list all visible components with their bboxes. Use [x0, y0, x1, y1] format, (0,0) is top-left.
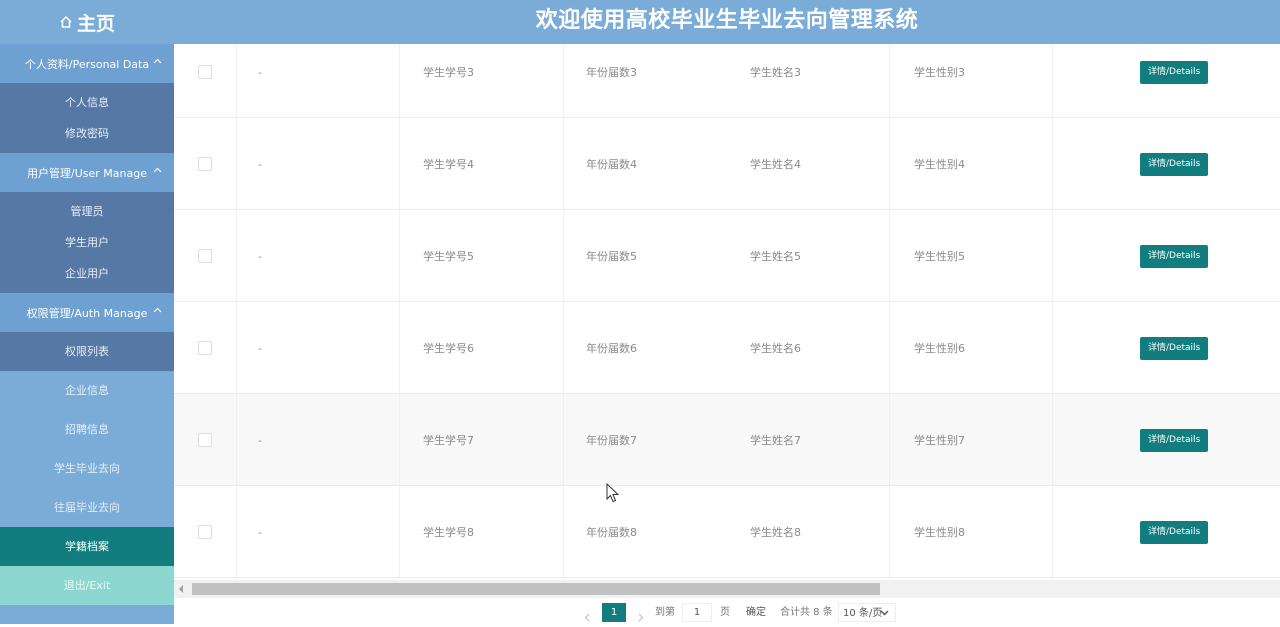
cell-name: 学生姓名5: [750, 250, 801, 263]
mouse-cursor-icon: [606, 483, 620, 503]
table-row: - 学生学号4 年份届数4 学生姓名4 学生性别4 详情/Details: [174, 118, 1280, 210]
scroll-left-icon[interactable]: [178, 585, 184, 593]
chevron-up-icon: [153, 167, 162, 173]
details-button[interactable]: 详情/Details: [1140, 244, 1209, 268]
table-row: - 学生学号7 年份届数7 学生姓名7 学生性别7 详情/Details: [174, 394, 1280, 486]
cell-name: 学生姓名8: [750, 526, 801, 539]
sidebar-group-label: 个人资料/Personal Data: [24, 57, 150, 71]
cell-name: 学生姓名3: [750, 66, 801, 79]
cell-student-no: 学生学号5: [423, 250, 474, 263]
chevron-up-icon: [153, 307, 162, 313]
sidebar-item-graduate-destination[interactable]: 学生毕业去向: [0, 449, 174, 488]
pagination: 1 到第 1 页 确定 合计共 8 条 10 条/页: [174, 600, 1280, 624]
row-checkbox[interactable]: [198, 157, 212, 171]
table-row: - 学生学号3 年份届数3 学生姓名3 学生性别3 详情/Details: [174, 44, 1280, 118]
cell-year: 年份届数6: [586, 342, 637, 355]
cell-gender: 学生性别3: [914, 66, 965, 79]
home-link[interactable]: 主页: [0, 0, 174, 44]
sidebar-item-permissions[interactable]: 权限列表: [0, 332, 174, 371]
cell-student-no: 学生学号3: [423, 66, 474, 79]
row-checkbox[interactable]: [198, 249, 212, 263]
sidebar-item-past-destination[interactable]: 往届毕业去向: [0, 488, 174, 527]
page-unit-label: 页: [720, 607, 730, 618]
sidebar-item-student-records[interactable]: 学籍档案: [0, 527, 174, 566]
sidebar-group-user[interactable]: 用户管理/User Manage: [0, 153, 174, 192]
row-checkbox[interactable]: [198, 341, 212, 355]
sidebar-group-label: 用户管理/User Manage: [27, 166, 147, 180]
prev-page-icon[interactable]: [584, 608, 590, 627]
details-button[interactable]: 详情/Details: [1140, 520, 1209, 544]
home-icon: [60, 15, 72, 28]
row-checkbox[interactable]: [198, 65, 212, 79]
details-button[interactable]: 详情/Details: [1140, 60, 1209, 84]
sidebar: 个人资料/Personal Data 个人信息 修改密码 用户管理/User M…: [0, 44, 174, 624]
home-label: 主页: [76, 12, 115, 35]
row-checkbox[interactable]: [198, 433, 212, 447]
table-row: - 学生学号5 年份届数5 学生姓名5 学生性别5 详情/Details: [174, 210, 1280, 302]
cell-gender: 学生性别5: [914, 250, 965, 263]
cell-year: 年份届数5: [586, 250, 637, 263]
sidebar-submenu-personal: 个人信息 修改密码: [0, 83, 174, 153]
records-table: - 学生学号3 年份届数3 学生姓名3 学生性别3 详情/Details - 学…: [174, 44, 1280, 580]
total-count: 合计共 8 条: [780, 607, 833, 618]
next-page-icon[interactable]: [638, 608, 644, 627]
chevron-down-icon: [880, 610, 889, 616]
cell-name: 学生姓名4: [750, 158, 801, 171]
cell-dash: -: [258, 341, 262, 355]
cell-gender: 学生性别8: [914, 526, 965, 539]
sidebar-submenu-user: 管理员 学生用户 企业用户: [0, 192, 174, 293]
cell-student-no: 学生学号7: [423, 434, 474, 447]
page-number-current[interactable]: 1: [602, 603, 626, 622]
cell-name: 学生姓名6: [750, 342, 801, 355]
cell-dash: -: [258, 525, 262, 539]
row-checkbox[interactable]: [198, 525, 212, 539]
goto-confirm-button[interactable]: 确定: [746, 603, 766, 622]
table-row: - 学生学号8 年份届数8 学生姓名8 学生性别8 详情/Details: [174, 486, 1280, 578]
scrollbar-thumb[interactable]: [192, 583, 880, 595]
sidebar-group-personal[interactable]: 个人资料/Personal Data: [0, 44, 174, 83]
sidebar-item-recruitment[interactable]: 招聘信息: [0, 410, 174, 449]
sidebar-item-company-users[interactable]: 企业用户: [0, 258, 174, 289]
cell-dash: -: [258, 433, 262, 447]
sidebar-item-exit[interactable]: 退出/Exit: [0, 566, 174, 605]
cell-year: 年份届数3: [586, 66, 637, 79]
cell-dash: -: [258, 249, 262, 263]
page-size-value: 10 条/页: [843, 608, 883, 619]
details-button[interactable]: 详情/Details: [1140, 428, 1209, 452]
table-row: - 学生学号6 年份届数6 学生姓名6 学生性别6 详情/Details: [174, 302, 1280, 394]
cell-gender: 学生性别6: [914, 342, 965, 355]
cell-student-no: 学生学号6: [423, 342, 474, 355]
cell-dash: -: [258, 157, 262, 171]
cell-gender: 学生性别4: [914, 158, 965, 171]
sidebar-item-student-users[interactable]: 学生用户: [0, 227, 174, 258]
details-button[interactable]: 详情/Details: [1140, 336, 1209, 360]
horizontal-scrollbar[interactable]: [174, 580, 1280, 598]
chevron-up-icon: [153, 58, 162, 64]
goto-label: 到第: [655, 607, 675, 618]
cell-year: 年份届数4: [586, 158, 637, 171]
page-size-select[interactable]: 10 条/页: [838, 603, 896, 622]
cell-dash: -: [258, 65, 262, 79]
goto-page-input[interactable]: 1: [682, 603, 712, 622]
sidebar-item-profile[interactable]: 个人信息: [0, 87, 174, 118]
sidebar-item-change-password[interactable]: 修改密码: [0, 118, 174, 149]
top-header: 主页 欢迎使用高校毕业生毕业去向管理系统: [0, 0, 1280, 44]
sidebar-group-label: 权限管理/Auth Manage: [26, 306, 148, 320]
cell-student-no: 学生学号4: [423, 158, 474, 171]
sidebar-group-auth[interactable]: 权限管理/Auth Manage: [0, 293, 174, 332]
details-button[interactable]: 详情/Details: [1140, 152, 1209, 176]
cell-name: 学生姓名7: [750, 434, 801, 447]
cell-gender: 学生性别7: [914, 434, 965, 447]
page-title: 欢迎使用高校毕业生毕业去向管理系统: [535, 8, 919, 33]
sidebar-item-company-info[interactable]: 企业信息: [0, 371, 174, 410]
sidebar-item-admin[interactable]: 管理员: [0, 196, 174, 227]
cell-student-no: 学生学号8: [423, 526, 474, 539]
cell-year: 年份届数7: [586, 434, 637, 447]
